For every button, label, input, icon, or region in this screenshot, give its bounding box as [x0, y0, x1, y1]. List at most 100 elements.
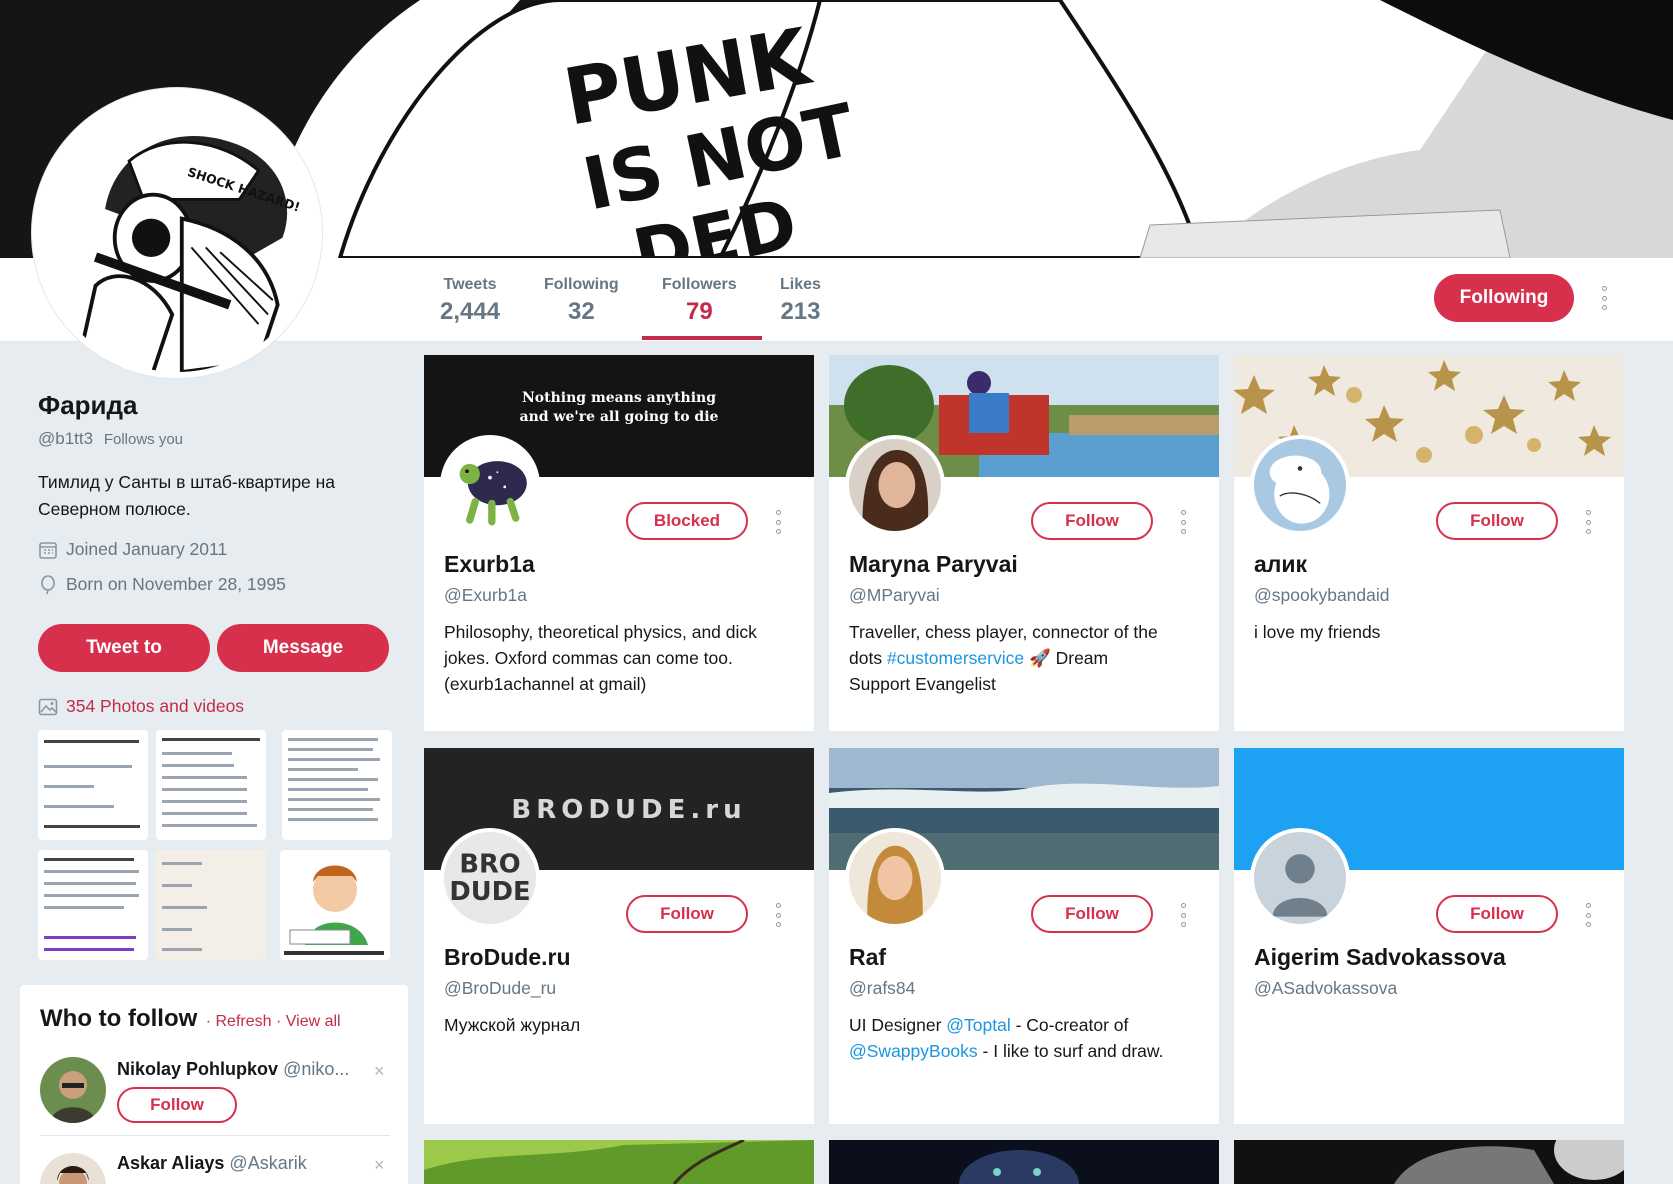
card-avatar[interactable]	[845, 435, 945, 535]
follower-card[interactable]: Follow Maryna Paryvai @MParyvai Travelle…	[829, 355, 1219, 731]
svg-text:Nothing means anything: Nothing means anything	[522, 390, 716, 406]
follower-card[interactable]: Follow алик @spookybandaid i love my fri…	[1234, 355, 1624, 731]
suggestion-avatar[interactable]	[40, 1153, 106, 1184]
active-tab-indicator	[642, 336, 762, 340]
card-name[interactable]: Exurb1a	[444, 551, 535, 578]
card-cover	[424, 1140, 814, 1184]
more-options-icon[interactable]	[1600, 286, 1608, 310]
photo-icon	[38, 698, 58, 715]
card-more-icon[interactable]	[774, 510, 782, 534]
follower-card[interactable]	[424, 1140, 814, 1184]
blocked-button[interactable]: Blocked	[626, 502, 748, 540]
profile-bio-line: Северном полюсе.	[38, 499, 191, 519]
profile-avatar[interactable]: SHOCK HAZARD!	[32, 88, 322, 378]
photo-thumbnail[interactable]	[38, 850, 148, 960]
suggestion-follow-button[interactable]: Follow	[117, 1087, 237, 1123]
svg-text:and we're all going to die: and we're all going to die	[520, 409, 719, 425]
dismiss-icon[interactable]: ×	[374, 1155, 385, 1176]
stat-following-label: Following	[544, 276, 619, 293]
card-more-icon[interactable]	[1584, 510, 1592, 534]
card-handle[interactable]: @Exurb1a	[444, 585, 527, 606]
card-bio: i love my friends	[1254, 619, 1614, 645]
card-name[interactable]: Aigerim Sadvokassova	[1254, 944, 1506, 971]
suggestion-avatar[interactable]	[40, 1057, 106, 1123]
photo-thumbnail[interactable]	[282, 730, 392, 840]
mention-link[interactable]: @Toptal	[946, 1015, 1010, 1035]
follow-button[interactable]: Follow	[1436, 502, 1558, 540]
profile-handle[interactable]: @b1tt3	[38, 429, 93, 448]
photo-thumbnail[interactable]	[280, 850, 390, 960]
stat-tweets-value: 2,444	[440, 298, 501, 325]
divider	[40, 1135, 390, 1136]
card-name[interactable]: BroDude.ru	[444, 944, 571, 971]
suggestion-name: Nikolay Pohlupkov	[117, 1059, 279, 1079]
card-name[interactable]: Maryna Paryvai	[849, 551, 1018, 578]
card-bio-text: dots	[849, 648, 887, 668]
card-bio: UI Designer @Toptal - Co-creator of @Swa…	[849, 1012, 1209, 1064]
profile-handle-row: @b1tt3 Follows you	[38, 429, 398, 449]
follower-card[interactable]: Follow Raf @rafs84 UI Designer @Toptal -…	[829, 748, 1219, 1124]
stat-likes[interactable]: Likes 213	[780, 276, 821, 326]
message-button[interactable]: Message	[217, 624, 389, 672]
card-name[interactable]: Raf	[849, 944, 886, 971]
card-name[interactable]: алик	[1254, 551, 1307, 578]
suggestion-name-row[interactable]: Nikolay Pohlupkov @niko...	[117, 1059, 349, 1080]
follower-card[interactable]	[1234, 1140, 1624, 1184]
follows-you-badge: Follows you	[103, 431, 184, 448]
photo-thumbnail[interactable]	[38, 730, 148, 840]
card-handle[interactable]: @BroDude_ru	[444, 978, 556, 999]
follower-card[interactable]: Follow Aigerim Sadvokassova @ASadvokasso…	[1234, 748, 1624, 1124]
follower-card[interactable]: Nothing means anything and we're all goi…	[424, 355, 814, 731]
card-bio: Traveller, chess player, connector of th…	[849, 619, 1209, 697]
card-bio-text: UI Designer	[849, 1015, 947, 1035]
follow-button[interactable]: Follow	[1436, 895, 1558, 933]
photos-videos-label: 354 Photos and videos	[66, 696, 245, 716]
photo-thumbnail[interactable]	[156, 730, 266, 840]
card-bio-line: Мужской журнал	[444, 1015, 581, 1035]
card-bio: Мужской журнал	[444, 1012, 804, 1038]
card-bio-line: Philosophy, theoretical physics, and dic…	[444, 622, 757, 642]
dismiss-icon[interactable]: ×	[374, 1061, 385, 1082]
card-more-icon[interactable]	[1584, 903, 1592, 927]
card-bio-line: UI Designer @Toptal - Co-creator of	[849, 1012, 1209, 1038]
tweet-to-button[interactable]: Tweet to	[38, 624, 210, 672]
suggestion-name-row[interactable]: Askar Aliays @Askarik	[117, 1153, 307, 1174]
follow-button[interactable]: Follow	[626, 895, 748, 933]
card-avatar[interactable]: BRO DUDE	[440, 828, 540, 928]
stat-followers-value: 79	[685, 298, 713, 325]
who-to-follow-title: Who to follow	[40, 1005, 198, 1032]
stat-followers[interactable]: Followers 79	[662, 276, 737, 326]
card-more-icon[interactable]	[1179, 903, 1187, 927]
card-cover	[1234, 1140, 1624, 1184]
card-avatar[interactable]	[845, 828, 945, 928]
card-bio: Philosophy, theoretical physics, and dic…	[444, 619, 804, 697]
profile-bio-line: Тимлид у Санты в штаб-квартире на	[38, 472, 336, 492]
photos-videos-link[interactable]: 354 Photos and videos	[38, 696, 244, 717]
card-handle[interactable]: @rafs84	[849, 978, 915, 999]
card-more-icon[interactable]	[774, 903, 782, 927]
mention-link[interactable]: @SwappyBooks	[849, 1041, 978, 1061]
card-handle[interactable]: @spookybandaid	[1254, 585, 1390, 606]
card-bio-line: @SwappyBooks - I like to surf and draw.	[849, 1038, 1209, 1064]
refresh-link[interactable]: Refresh	[216, 1013, 272, 1030]
stat-tweets[interactable]: Tweets 2,444	[440, 276, 500, 326]
hashtag-link[interactable]: #customerservice	[887, 648, 1024, 668]
follower-card[interactable]	[829, 1140, 1219, 1184]
suggestion-handle: @Askarik	[229, 1153, 307, 1173]
card-avatar[interactable]	[1250, 435, 1350, 535]
photo-thumbnail[interactable]	[156, 850, 266, 960]
card-bio-line: (exurb1achannel at gmail)	[444, 674, 647, 694]
follow-button[interactable]: Follow	[1031, 895, 1153, 933]
follow-button[interactable]: Follow	[1031, 502, 1153, 540]
card-more-icon[interactable]	[1179, 510, 1187, 534]
follower-card[interactable]: BRODUDE.ru BRO DUDE Follow BroDude.ru @B…	[424, 748, 814, 1124]
stat-tweets-label: Tweets	[443, 276, 497, 293]
default-avatar-icon[interactable]	[1250, 828, 1350, 928]
following-button[interactable]: Following	[1434, 274, 1574, 322]
card-bio-text: - I like to surf and draw.	[977, 1041, 1164, 1061]
card-handle[interactable]: @ASadvokassova	[1254, 978, 1397, 999]
stat-following[interactable]: Following 32	[544, 276, 619, 326]
view-all-link[interactable]: View all	[286, 1013, 341, 1030]
card-avatar[interactable]	[440, 435, 540, 535]
card-handle[interactable]: @MParyvai	[849, 585, 940, 606]
